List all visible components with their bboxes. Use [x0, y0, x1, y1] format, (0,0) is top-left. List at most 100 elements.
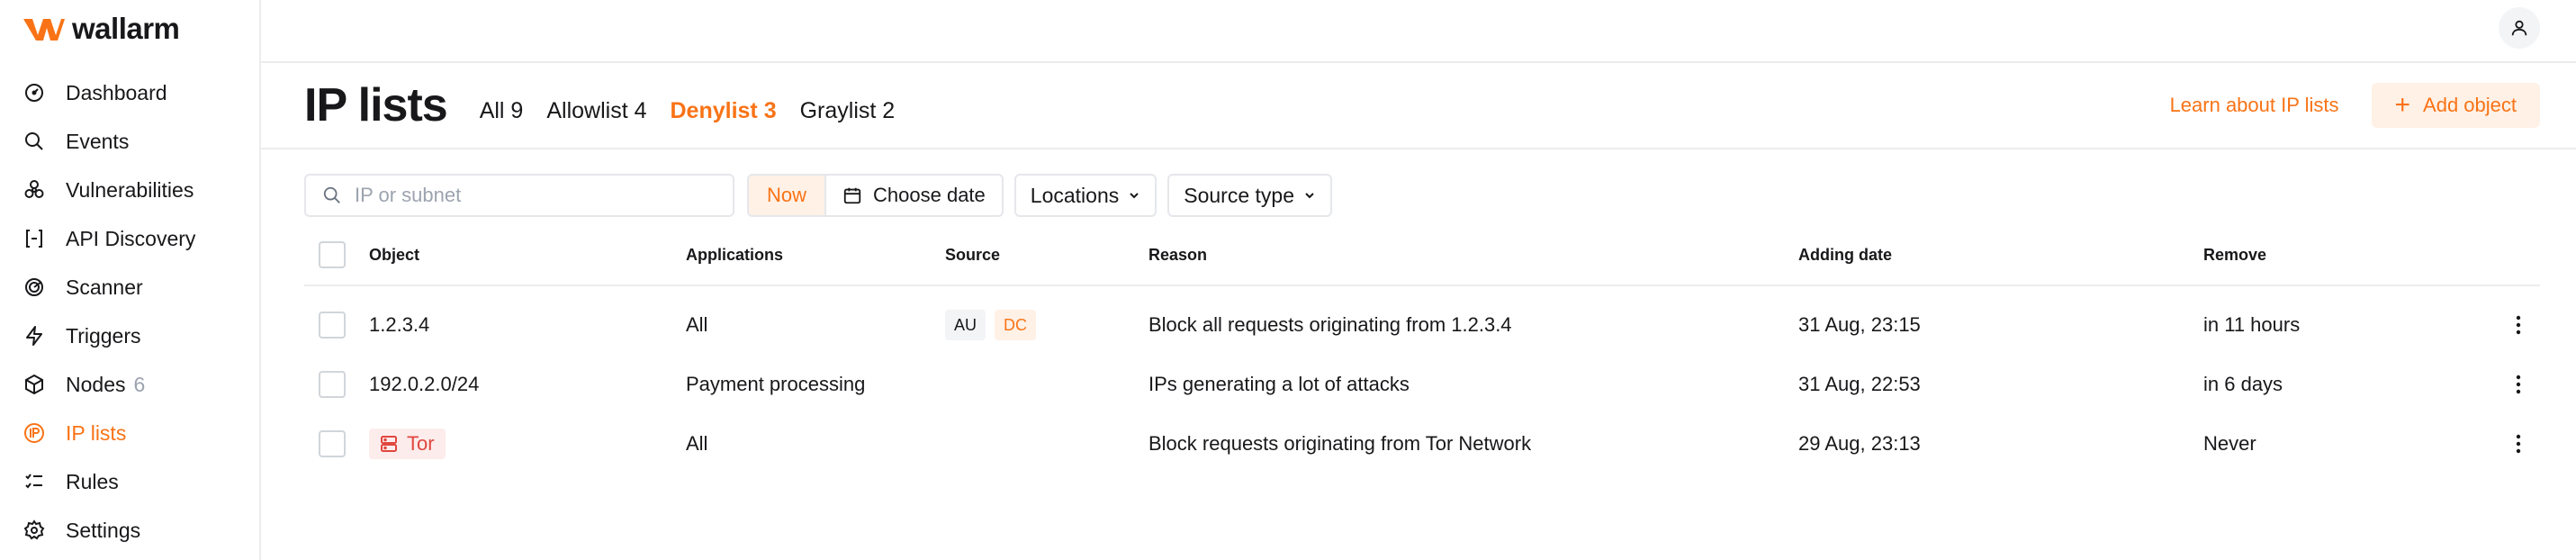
ip-icon [22, 420, 47, 446]
top-bar [261, 0, 2576, 63]
app-root: wallarm Dashboard Events Vulnerabilities… [0, 0, 2576, 560]
more-vertical-icon [2516, 375, 2521, 394]
sidebar-item-api-discovery[interactable]: API Discovery [0, 214, 259, 263]
table-row[interactable]: 192.0.2.0/24 Payment processing IPs gene… [304, 355, 2540, 414]
header-actions: Learn about IP lists + Add object [2170, 83, 2540, 128]
sidebar-item-label: API Discovery [66, 226, 196, 250]
locations-dropdown[interactable]: Locations [1013, 174, 1157, 217]
tab-allowlist[interactable]: Allowlist 4 [546, 87, 646, 124]
choose-date-button[interactable]: Choose date [826, 176, 1002, 215]
api-brackets-icon [22, 226, 47, 251]
reason-cell: IPs generating a lot of attacks [1148, 373, 1410, 395]
row-menu-button[interactable] [2500, 375, 2536, 394]
adding-date-cell: 31 Aug, 22:53 [1798, 373, 1921, 395]
locations-label: Locations [1030, 183, 1120, 207]
adding-date-cell: 31 Aug, 23:15 [1798, 313, 1921, 336]
row-checkbox[interactable] [319, 371, 346, 398]
rules-icon [22, 469, 47, 494]
sidebar-item-label: Triggers [66, 323, 141, 348]
source-type-dropdown[interactable]: Source type [1167, 174, 1332, 217]
user-icon [2511, 20, 2527, 36]
calendar-icon [843, 187, 861, 204]
table-row[interactable]: Tor All Block requests originating from … [304, 414, 2540, 474]
search-input[interactable] [355, 184, 715, 207]
table-row[interactable]: 1.2.3.4 All AU DC Block all requests ori… [304, 295, 2540, 355]
chevron-down-icon [1305, 193, 1314, 199]
column-header-reason[interactable]: Reason [1148, 246, 1798, 265]
date-filter-segment: Now Choose date [747, 174, 1004, 217]
more-vertical-icon [2516, 434, 2521, 454]
radar-icon [22, 275, 47, 300]
sidebar-item-label: Vulnerabilities [66, 177, 194, 202]
application-cell: All [686, 432, 708, 455]
sidebar-item-events[interactable]: Events [0, 117, 259, 166]
main-content: IP lists All 9 Allowlist 4 Denylist 3 Gr… [261, 0, 2576, 560]
reason-cell: Block all requests originating from 1.2.… [1148, 313, 1512, 336]
application-cell: All [686, 313, 708, 336]
sidebar-item-settings[interactable]: Settings [0, 506, 259, 555]
learn-about-ip-lists-link[interactable]: Learn about IP lists [2170, 94, 2339, 117]
tab-graylist[interactable]: Graylist 2 [800, 87, 896, 124]
sidebar-item-label: Settings [66, 518, 141, 542]
remove-cell: Never [2203, 432, 2256, 455]
row-menu-button[interactable] [2500, 315, 2536, 335]
adding-date-cell: 29 Aug, 23:13 [1798, 432, 1921, 455]
sidebar-item-ip-lists[interactable]: IP lists [0, 409, 259, 457]
biohazard-icon [22, 177, 47, 203]
nodes-count: 6 [133, 372, 146, 396]
tab-all[interactable]: All 9 [480, 87, 524, 124]
table-header: Object Applications Source Reason Adding… [304, 225, 2540, 286]
sidebar-item-label: Dashboard [66, 80, 167, 104]
plus-icon: + [2394, 90, 2411, 120]
remove-cell: in 6 days [2203, 373, 2283, 395]
column-header-source[interactable]: Source [945, 246, 1148, 265]
sidebar-item-dashboard[interactable]: Dashboard [0, 68, 259, 117]
row-checkbox[interactable] [319, 430, 346, 457]
server-icon [381, 436, 397, 452]
sidebar: wallarm Dashboard Events Vulnerabilities… [0, 0, 261, 560]
remove-cell: in 11 hours [2203, 313, 2301, 336]
sidebar-item-label: Events [66, 129, 130, 153]
sidebar-item-label: IP lists [66, 420, 127, 445]
tor-tag: Tor [369, 429, 446, 459]
chevron-down-icon [1130, 193, 1139, 199]
sidebar-item-rules[interactable]: Rules [0, 457, 259, 506]
application-cell: Payment processing [686, 373, 866, 395]
add-object-label: Add object [2423, 94, 2517, 116]
source-badge-dc: DC [995, 310, 1037, 340]
sidebar-item-vulnerabilities[interactable]: Vulnerabilities [0, 166, 259, 214]
add-object-button[interactable]: + Add object [2371, 83, 2540, 128]
logo[interactable]: wallarm [0, 11, 259, 47]
tor-label: Tor [407, 432, 435, 455]
search-box[interactable] [304, 174, 734, 217]
now-button[interactable]: Now [749, 176, 827, 215]
nodes-icon [22, 372, 47, 397]
search-icon [323, 186, 340, 203]
sidebar-item-label: Rules [66, 469, 119, 493]
brand-name: wallarm [72, 12, 180, 45]
object-cell: 192.0.2.0/24 [369, 373, 480, 395]
page-title: IP lists [304, 79, 448, 131]
sidebar-item-label: Scanner [66, 275, 143, 299]
tab-denylist[interactable]: Denylist 3 [671, 87, 777, 124]
choose-date-label: Choose date [873, 184, 986, 206]
column-header-applications[interactable]: Applications [686, 246, 945, 265]
row-menu-button[interactable] [2500, 434, 2536, 454]
dashboard-icon [22, 80, 47, 105]
sidebar-item-scanner[interactable]: Scanner [0, 263, 259, 312]
column-header-adding-date[interactable]: Adding date [1798, 246, 2203, 265]
row-checkbox[interactable] [319, 312, 346, 339]
reason-cell: Block requests originating from Tor Netw… [1148, 432, 1532, 455]
page-header: IP lists All 9 Allowlist 4 Denylist 3 Gr… [261, 63, 2576, 149]
wallarm-logo-icon [23, 19, 65, 41]
column-header-object[interactable]: Object [369, 246, 686, 265]
filter-bar: Now Choose date Locations Source type [261, 149, 2576, 225]
source-cell: AU DC [945, 310, 1148, 340]
column-header-remove[interactable]: Remove [2203, 246, 2500, 265]
sidebar-item-triggers[interactable]: Triggers [0, 312, 259, 360]
select-all-checkbox[interactable] [319, 241, 346, 268]
source-badge-au: AU [945, 310, 986, 340]
source-type-label: Source type [1184, 183, 1294, 207]
sidebar-item-nodes[interactable]: Nodes 6 [0, 360, 259, 409]
user-menu-button[interactable] [2499, 7, 2540, 49]
